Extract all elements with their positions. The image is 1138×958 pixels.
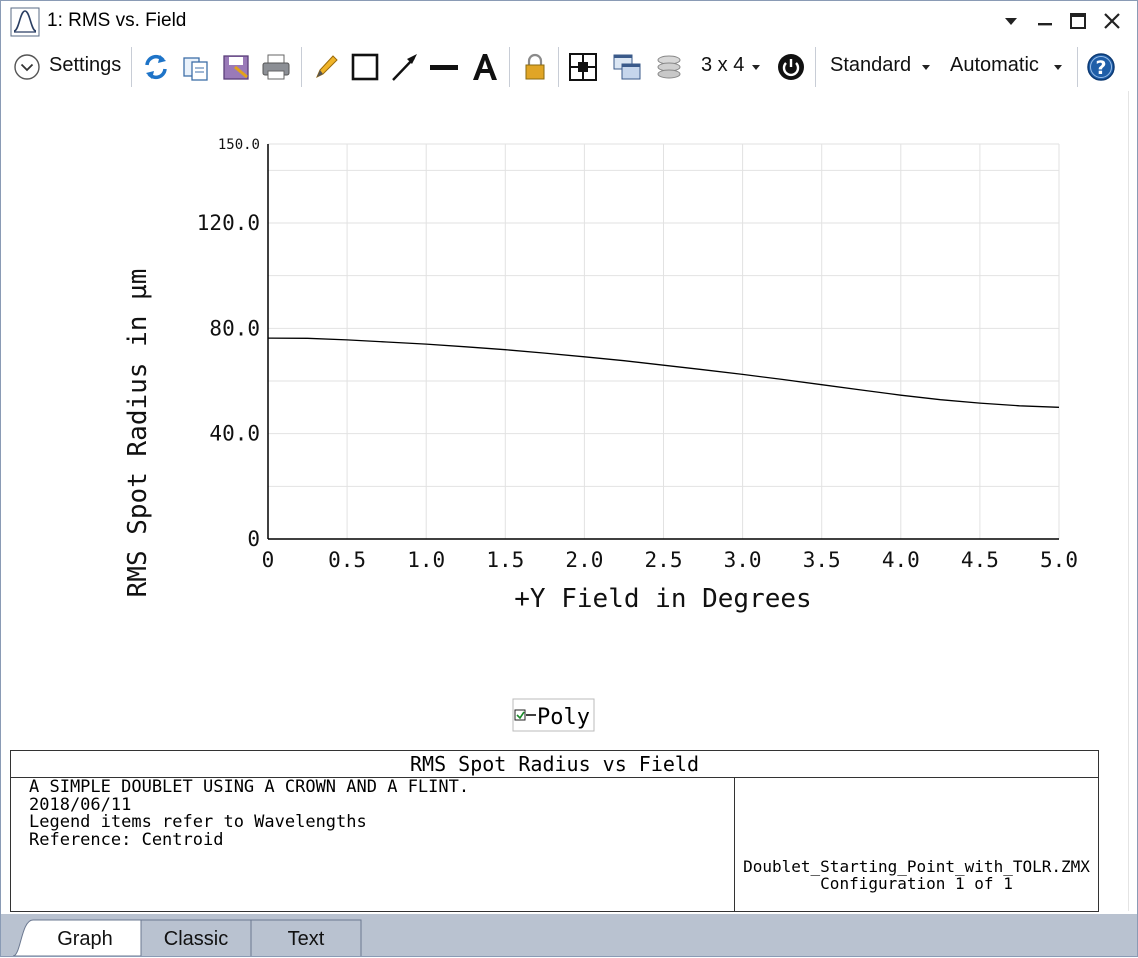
windows-icon[interactable]	[611, 51, 643, 83]
x-tick-label: 5.0	[1040, 548, 1078, 572]
toolbar: Settings 3 x 4 Standard Automatic ?	[1, 43, 1137, 91]
dropdown-menu-icon[interactable]	[999, 9, 1023, 33]
text-icon[interactable]	[470, 51, 500, 83]
rectangle-icon[interactable]	[350, 51, 380, 83]
file-name: Doublet_Starting_Point_with_TOLR.ZMX	[743, 857, 1090, 876]
settings-button[interactable]: Settings	[11, 49, 127, 85]
legend-entry-poly: Poly	[537, 705, 590, 730]
tab-classic[interactable]: Classic	[143, 920, 249, 956]
automatic-dropdown[interactable]: Automatic	[947, 43, 1071, 91]
x-tick-label: 1.0	[407, 548, 445, 572]
x-tick-labels: 0 0.5 1.0 1.5 2.0 2.5 3.0 3.5 4.0 4.5 5.0	[262, 548, 1078, 572]
svg-text:?: ?	[1095, 57, 1106, 79]
tab-graph[interactable]: Graph	[37, 920, 133, 956]
chevron-down-icon	[752, 65, 760, 70]
settings-label: Settings	[49, 54, 122, 76]
analysis-window: 1: RMS vs. Field Settings 3 x 4 Standard…	[0, 0, 1138, 957]
legend[interactable]: Poly	[512, 698, 595, 732]
y-tick-label: 0	[247, 527, 260, 551]
copy-icon[interactable]	[181, 51, 211, 83]
title-bar: 1: RMS vs. Field	[1, 1, 1137, 43]
lock-icon[interactable]	[520, 51, 550, 83]
help-icon[interactable]: ?	[1086, 51, 1116, 83]
toolbar-separator	[558, 47, 559, 87]
chevron-down-circle-icon	[14, 54, 40, 80]
refresh-icon[interactable]	[141, 51, 171, 83]
close-icon[interactable]	[1100, 9, 1124, 33]
rms-chart: 0 0.5 1.0 1.5 2.0 2.5 3.0 3.5 4.0 4.5 5.0 0 40.0 80.…	[123, 137, 1078, 732]
info-line: Reference: Centroid	[29, 829, 224, 850]
info-box: RMS Spot Radius vs Field A SIMPLE DOUBLE…	[10, 750, 1099, 912]
tab-bar: Graph Classic Text	[1, 914, 1137, 956]
maximize-icon[interactable]	[1066, 9, 1090, 33]
x-axis-label: +Y Field in Degrees	[514, 584, 811, 614]
x-tick-label: 2.0	[565, 548, 603, 572]
print-icon[interactable]	[260, 51, 292, 83]
layers-icon[interactable]	[654, 51, 684, 83]
info-file: Doublet_Starting_Point_with_TOLR.ZMX Con…	[735, 858, 1098, 892]
toolbar-separator	[509, 47, 510, 87]
info-line: Legend items refer to Wavelengths	[29, 812, 367, 832]
x-tick-label: 4.0	[882, 548, 920, 572]
x-tick-label: 4.5	[961, 548, 999, 572]
x-tick-label: 3.5	[803, 548, 841, 572]
line-icon[interactable]	[429, 51, 459, 83]
y-tick-label: 150.0	[218, 137, 260, 153]
info-line: A SIMPLE DOUBLET USING A CROWN AND A FLI…	[29, 777, 470, 797]
toolbar-separator	[131, 47, 132, 87]
app-icon	[10, 7, 40, 37]
info-title: RMS Spot Radius vs Field	[11, 751, 1098, 778]
grid-icon[interactable]	[568, 51, 598, 83]
x-tick-label: 1.5	[486, 548, 524, 572]
chevron-down-icon	[922, 65, 930, 70]
chevron-down-icon	[1054, 65, 1062, 70]
layout-dropdown[interactable]: 3 x 4	[698, 43, 768, 91]
minimize-icon[interactable]	[1033, 9, 1057, 33]
automatic-label: Automatic	[950, 54, 1039, 76]
x-tick-label: 0	[262, 548, 275, 572]
scroll-edge	[1128, 91, 1129, 911]
x-tick-label: 3.0	[724, 548, 762, 572]
toolbar-separator	[301, 47, 302, 87]
chart-area: 0 0.5 1.0 1.5 2.0 2.5 3.0 3.5 4.0 4.5 5.0 0 40.0 80.…	[1, 91, 1137, 746]
power-icon[interactable]	[776, 51, 806, 83]
standard-label: Standard	[830, 54, 912, 76]
toolbar-separator	[1077, 47, 1078, 87]
y-tick-labels: 0 40.0 80.0 120.0 150.0	[197, 137, 260, 551]
y-tick-label: 40.0	[209, 422, 260, 446]
y-tick-label: 120.0	[197, 211, 260, 235]
standard-dropdown[interactable]: Standard	[827, 43, 937, 91]
pencil-icon[interactable]	[311, 51, 341, 83]
window-title: 1: RMS vs. Field	[47, 10, 187, 31]
layout-label: 3 x 4	[701, 54, 745, 76]
y-axis-label: RMS Spot Radius in µm	[123, 269, 153, 598]
info-description: A SIMPLE DOUBLET USING A CROWN AND A FLI…	[29, 777, 729, 850]
tab-text[interactable]: Text	[253, 920, 359, 956]
arrow-icon[interactable]	[390, 51, 420, 83]
x-tick-label: 2.5	[645, 548, 683, 572]
configuration-label: Configuration 1 of 1	[820, 874, 1013, 893]
y-tick-label: 80.0	[209, 316, 260, 340]
save-icon[interactable]	[221, 51, 251, 83]
toolbar-separator	[815, 47, 816, 87]
x-tick-label: 0.5	[328, 548, 366, 572]
